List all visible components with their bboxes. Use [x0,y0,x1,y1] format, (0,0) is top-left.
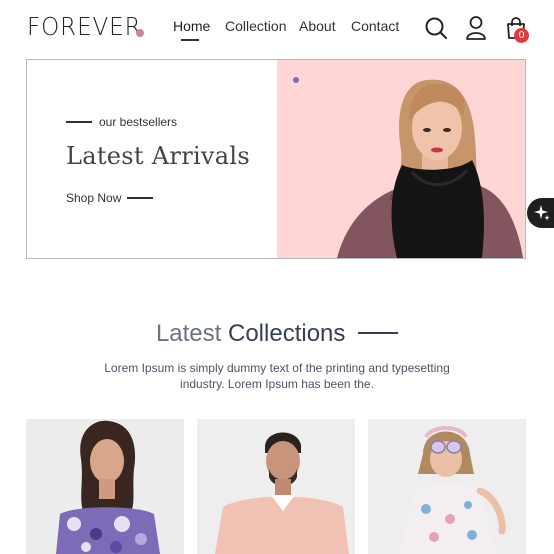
product-card[interactable] [368,419,526,554]
cart-count-badge: 0 [514,28,529,43]
hero-eyebrow: our bestsellers [99,115,178,129]
collections-title-part2: Collections [228,320,346,347]
search-icon[interactable] [424,16,448,40]
product-card[interactable] [26,419,184,554]
model-woman-scarf-image [337,79,523,258]
nav-active-indicator [181,39,199,41]
brand-logo[interactable]: FOREVER [27,12,142,41]
nav-item-home[interactable]: Home [173,18,210,34]
sparkle-icon [534,205,550,221]
product-image-man-sweater [215,432,349,554]
hero-image [277,60,525,258]
nav-item-contact[interactable]: Contact [351,18,399,34]
collections-heading: Latest Collections [0,320,554,348]
collections-title-part1: Latest [155,320,222,347]
floating-ai-button[interactable] [527,198,554,228]
collections-description: Lorem Ipsum is simply dummy text of the … [104,361,450,391]
hero-text-panel: our bestsellers Latest Arrivals Shop Now [27,60,277,258]
profile-icon[interactable] [465,15,487,41]
product-card[interactable] [197,419,355,554]
logo-dot [136,29,144,37]
hero-title: Latest Arrivals [66,142,250,170]
nav-item-collection[interactable]: Collection [225,18,286,34]
cta-line [127,197,153,199]
product-image-woman-floral [56,420,160,554]
title-line [358,331,399,334]
navbar: FOREVER Home Collection About Contact 0 [0,0,554,52]
shop-now-link[interactable]: Shop Now [66,191,121,205]
product-image-girl-floral [400,426,506,554]
eyebrow-line [66,121,92,123]
hero-banner: our bestsellers Latest Arrivals Shop Now [26,59,526,259]
nav-item-about[interactable]: About [299,18,336,34]
